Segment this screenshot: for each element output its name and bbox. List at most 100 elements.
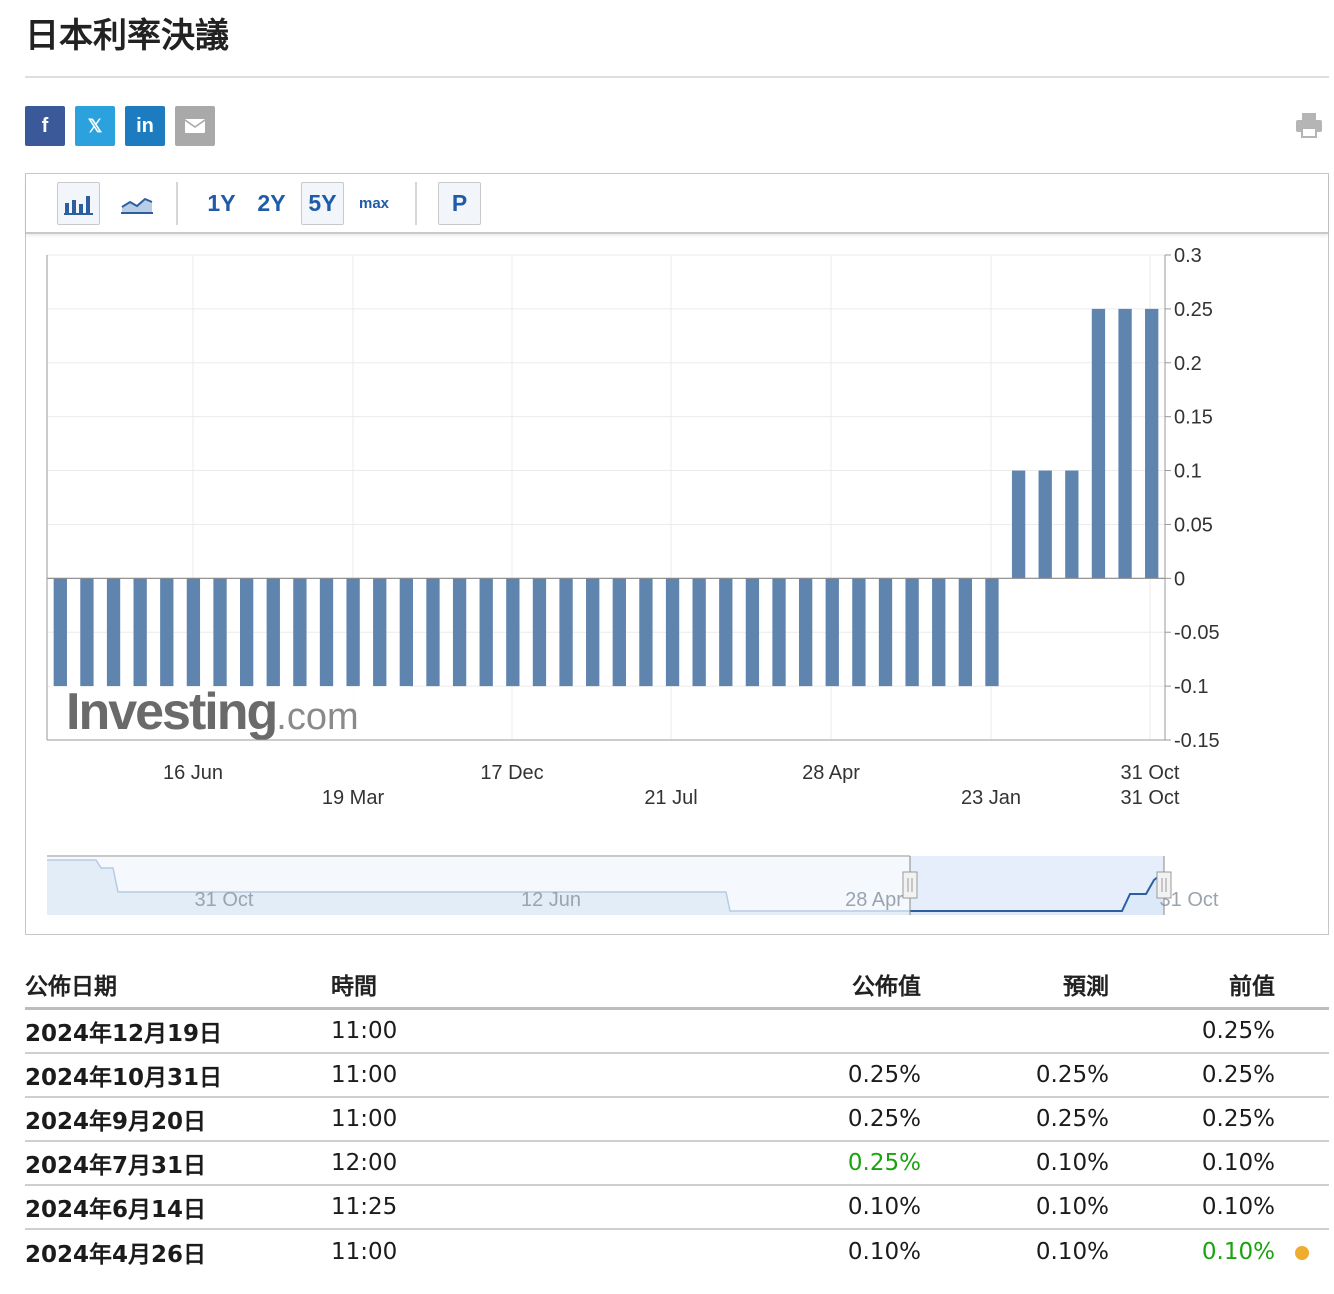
y-tick-label: -0.05 bbox=[1174, 622, 1220, 644]
row-previous: 0.25% bbox=[1201, 1062, 1275, 1088]
twitter-share-button[interactable]: 𝕏 bbox=[75, 106, 115, 146]
print-icon[interactable] bbox=[1294, 110, 1324, 140]
header-time[interactable]: 時間 bbox=[331, 960, 531, 1007]
watermark-domain: .com bbox=[276, 696, 358, 738]
header-previous[interactable]: 前值 bbox=[1115, 960, 1275, 1007]
table-row: 2024年7月31日 12:00 0.25% 0.10% 0.10% bbox=[25, 1142, 1329, 1186]
bar bbox=[1065, 470, 1079, 579]
range-navigator[interactable]: 31 Oct 12 Jun 28 Apr 31 Oct bbox=[26, 846, 1328, 926]
table-row: 2024年6月14日 11:25 0.10% 0.10% 0.10% bbox=[25, 1186, 1329, 1230]
row-forecast: 0.10% bbox=[1035, 1239, 1109, 1265]
navigator-label: 31 Oct bbox=[195, 889, 254, 911]
bar bbox=[239, 578, 254, 687]
bar bbox=[665, 578, 680, 687]
header-forecast[interactable]: 預測 bbox=[925, 960, 1109, 1007]
row-previous: 0.25% bbox=[1201, 1018, 1275, 1044]
row-date: 2024年6月14日 bbox=[25, 1197, 207, 1223]
x-tick-label: 17 Dec bbox=[480, 762, 543, 784]
y-tick-label: 0.15 bbox=[1174, 407, 1213, 429]
y-tick-label: -0.1 bbox=[1174, 676, 1208, 698]
bar bbox=[772, 578, 786, 687]
range-5y-button[interactable]: 5Y bbox=[301, 182, 344, 225]
table-header-row: 公佈日期 時間 公佈值 預測 前值 bbox=[25, 960, 1329, 1010]
bar bbox=[506, 578, 520, 687]
bar bbox=[932, 578, 946, 687]
bar bbox=[1091, 308, 1106, 579]
row-time: 11:00 bbox=[331, 1106, 398, 1132]
facebook-share-button[interactable]: f bbox=[25, 106, 65, 146]
navigator-label: 12 Jun bbox=[521, 889, 581, 911]
row-forecast: 0.10% bbox=[1035, 1194, 1109, 1220]
y-tick-label: 0.3 bbox=[1174, 245, 1202, 267]
bar-chart-button[interactable] bbox=[57, 182, 100, 225]
bar bbox=[80, 578, 94, 687]
bar-chart-icon bbox=[63, 195, 93, 215]
bar bbox=[852, 578, 866, 687]
bar bbox=[532, 578, 547, 687]
row-forecast: 0.10% bbox=[1035, 1150, 1109, 1176]
bar bbox=[426, 578, 440, 687]
bar bbox=[985, 578, 999, 687]
row-actual: 0.25% bbox=[847, 1062, 921, 1088]
bar bbox=[213, 578, 227, 687]
bar bbox=[878, 578, 893, 687]
row-actual: 0.25% bbox=[847, 1106, 921, 1132]
row-previous: 0.25% bbox=[1201, 1106, 1275, 1132]
x-tick-label: 23 Jan bbox=[961, 787, 1021, 809]
header-date[interactable]: 公佈日期 bbox=[25, 960, 325, 1007]
row-time: 11:25 bbox=[331, 1194, 398, 1220]
p-button[interactable]: P bbox=[438, 182, 481, 225]
y-tick-label: 0.1 bbox=[1174, 461, 1202, 483]
page-title: 日本利率決議 bbox=[25, 16, 229, 56]
bar bbox=[639, 578, 653, 687]
y-tick-label: 0 bbox=[1174, 568, 1185, 590]
header-actual[interactable]: 公佈值 bbox=[665, 960, 921, 1007]
row-time: 11:00 bbox=[331, 1062, 398, 1088]
bar bbox=[479, 578, 493, 687]
y-tick-label: 0.25 bbox=[1174, 299, 1213, 321]
x-twitter-icon: 𝕏 bbox=[87, 115, 103, 136]
area-chart-icon bbox=[120, 197, 153, 214]
bar bbox=[586, 578, 600, 687]
row-date: 2024年9月20日 bbox=[25, 1109, 207, 1135]
area-chart-button[interactable] bbox=[115, 182, 158, 225]
y-tick-label: -0.15 bbox=[1174, 730, 1220, 752]
table-row: 2024年10月31日 11:00 0.25% 0.25% 0.25% bbox=[25, 1054, 1329, 1098]
range-max-button[interactable]: max bbox=[351, 182, 397, 225]
bar bbox=[133, 578, 147, 687]
x-tick-label: 31 Oct bbox=[1121, 762, 1180, 784]
bar bbox=[399, 578, 414, 687]
chart-toolbar: 1Y 2Y 5Y max P bbox=[26, 174, 1328, 234]
y-tick-label: 0.05 bbox=[1174, 514, 1213, 536]
bar bbox=[186, 578, 201, 687]
bar bbox=[319, 578, 334, 687]
bar bbox=[719, 578, 733, 687]
linkedin-share-button[interactable]: in bbox=[125, 106, 165, 146]
row-forecast: 0.25% bbox=[1035, 1106, 1109, 1132]
row-date: 2024年10月31日 bbox=[25, 1065, 223, 1091]
rate-decision-table: 公佈日期 時間 公佈值 預測 前值 2024年12月19日 11:00 0.25… bbox=[25, 960, 1329, 1274]
table-row: 2024年4月26日 11:00 0.10% 0.10% 0.10% bbox=[25, 1230, 1329, 1274]
bar bbox=[745, 578, 760, 687]
bar-chart: Investing.com 0.3 0.25 0.2 0.15 0.1 0.05 0 -0.0… bbox=[46, 245, 1220, 809]
alert-dot-icon[interactable] bbox=[1295, 1246, 1309, 1260]
chart-panel: 1Y 2Y 5Y max P Investing.com 0.3 0.25 0.2 0… bbox=[25, 173, 1329, 935]
navigator-selection[interactable] bbox=[910, 856, 1164, 915]
row-previous: 0.10% bbox=[1201, 1194, 1275, 1220]
range-2y-button[interactable]: 2Y bbox=[250, 182, 293, 225]
linkedin-icon: in bbox=[136, 114, 154, 137]
row-date: 2024年12月19日 bbox=[25, 1021, 223, 1047]
bar bbox=[1145, 308, 1159, 579]
email-share-button[interactable] bbox=[175, 106, 215, 146]
row-previous: 0.10% bbox=[1201, 1150, 1275, 1176]
toolbar-divider bbox=[176, 182, 178, 225]
bar bbox=[266, 578, 280, 687]
y-tick-label: 0.2 bbox=[1174, 353, 1202, 375]
navigator-label: 28 Apr bbox=[845, 889, 903, 911]
bar bbox=[373, 578, 387, 687]
x-tick-label: 19 Mar bbox=[322, 787, 385, 809]
bar bbox=[559, 578, 573, 687]
bar bbox=[612, 578, 626, 687]
range-1y-button[interactable]: 1Y bbox=[200, 182, 243, 225]
row-actual: 0.10% bbox=[847, 1194, 921, 1220]
